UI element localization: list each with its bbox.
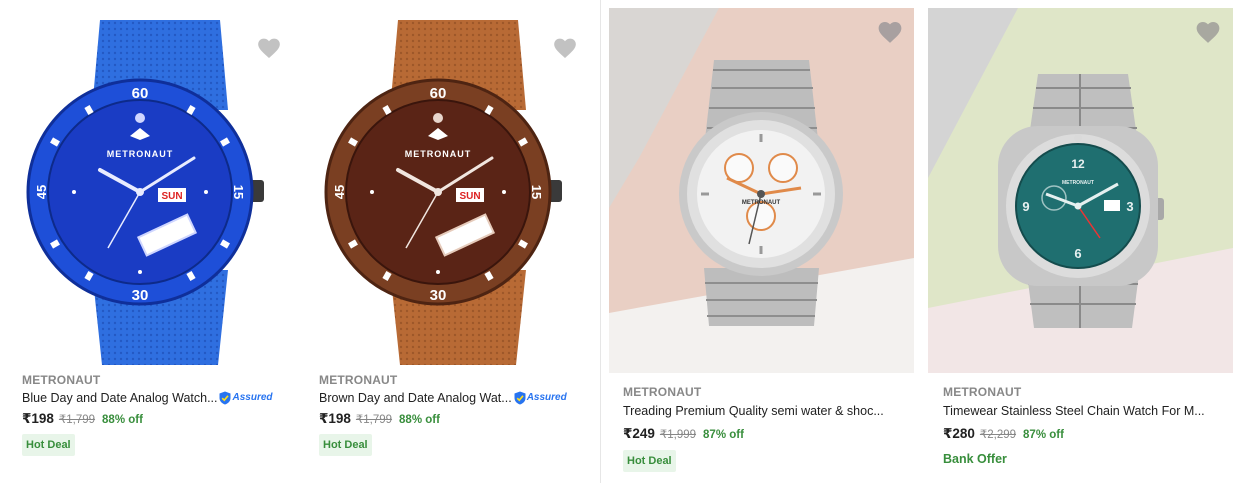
svg-text:60: 60 (430, 85, 447, 102)
svg-text:15: 15 (529, 185, 544, 199)
discount-percent: 88% off (102, 414, 143, 426)
discount-percent: 87% off (1023, 429, 1064, 441)
product-title-text[interactable]: Brown Day and Date Analog Wat... (319, 389, 512, 407)
original-price: ₹1,799 (355, 414, 393, 426)
product-title-text[interactable]: Timewear Stainless Steel Chain Watch For… (943, 402, 1205, 420)
svg-text:30: 30 (430, 287, 447, 304)
heart-icon[interactable] (1195, 20, 1221, 44)
svg-text:6: 6 (1074, 246, 1081, 261)
product-brand: METRONAUT (623, 385, 702, 399)
svg-text:METRONAUT: METRONAUT (742, 200, 781, 206)
product-title[interactable]: Brown Day and Date Analog Wat... Assured (319, 389, 584, 407)
hot-deal-tag: Hot Deal (22, 434, 75, 456)
original-price: ₹1,799 (58, 414, 96, 426)
svg-text:METRONAUT: METRONAUT (107, 149, 174, 159)
svg-text:30: 30 (132, 287, 149, 304)
product-brand: METRONAUT (319, 373, 398, 387)
product-grid: 60 30 45 15 METRONAUT SUN METRONAUT Blue… (0, 0, 1247, 483)
product-image[interactable]: 60 30 45 15 METRONAUT SUN (22, 20, 278, 365)
svg-text:SUN: SUN (459, 191, 480, 202)
selling-price: ₹198 (319, 411, 351, 426)
price-row: ₹280 ₹2,299 87% off (943, 424, 1227, 445)
heart-icon[interactable] (877, 20, 903, 44)
svg-text:12: 12 (1071, 157, 1085, 171)
bank-offer-label: Bank Offer (943, 452, 1007, 466)
assured-label: Assured (526, 392, 567, 403)
product-brand: METRONAUT (943, 385, 1022, 399)
discount-percent: 87% off (703, 429, 744, 441)
shield-icon (514, 391, 526, 405)
product-title-text[interactable]: Blue Day and Date Analog Watch... (22, 389, 217, 407)
svg-text:60: 60 (132, 85, 149, 102)
product-brand: METRONAUT (22, 373, 101, 387)
product-card[interactable]: 60 30 45 15 METRONAUT SUN METRONAUT Brow… (298, 0, 600, 483)
hot-deal-tag: Hot Deal (623, 450, 676, 472)
svg-text:METRONAUT: METRONAUT (405, 149, 472, 159)
product-title[interactable]: Blue Day and Date Analog Watch... Assure… (22, 389, 282, 407)
discount-percent: 88% off (399, 414, 440, 426)
product-title[interactable]: Treading Premium Quality semi water & sh… (623, 402, 904, 420)
product-card[interactable]: 12 6 9 3 METRONAUT METRONAUT Timewear St… (920, 0, 1247, 483)
product-card[interactable]: 60 30 45 15 METRONAUT SUN METRONAUT Blue… (0, 0, 298, 483)
product-card[interactable]: METRONAUT METRONAUT Treading Premium Qua… (600, 0, 920, 483)
original-price: ₹1,999 (659, 429, 697, 441)
svg-text:15: 15 (231, 185, 246, 199)
assured-label: Assured (232, 392, 273, 403)
svg-text:45: 45 (332, 185, 347, 199)
original-price: ₹2,299 (979, 429, 1017, 441)
price-row: ₹198 ₹1,799 88% off (22, 409, 282, 430)
price-row: ₹198 ₹1,799 88% off (319, 409, 584, 430)
shield-icon (219, 391, 231, 405)
hot-deal-tag: Hot Deal (319, 434, 372, 456)
assured-badge: Assured (514, 389, 567, 407)
selling-price: ₹249 (623, 426, 655, 441)
product-title[interactable]: Timewear Stainless Steel Chain Watch For… (943, 402, 1227, 420)
product-image[interactable]: METRONAUT (609, 8, 914, 373)
product-image[interactable]: 60 30 45 15 METRONAUT SUN (320, 20, 576, 365)
heart-icon[interactable] (552, 36, 578, 60)
svg-text:9: 9 (1022, 199, 1029, 214)
svg-text:45: 45 (34, 185, 49, 199)
assured-badge: Assured (219, 389, 273, 407)
selling-price: ₹280 (943, 426, 975, 441)
svg-text:3: 3 (1126, 199, 1133, 214)
product-image[interactable]: 12 6 9 3 METRONAUT (928, 8, 1233, 373)
svg-text:METRONAUT: METRONAUT (1062, 180, 1094, 186)
price-row: ₹249 ₹1,999 87% off (623, 424, 904, 445)
heart-icon[interactable] (256, 36, 282, 60)
product-title-text[interactable]: Treading Premium Quality semi water & sh… (623, 402, 884, 420)
svg-text:SUN: SUN (161, 191, 182, 202)
selling-price: ₹198 (22, 411, 54, 426)
